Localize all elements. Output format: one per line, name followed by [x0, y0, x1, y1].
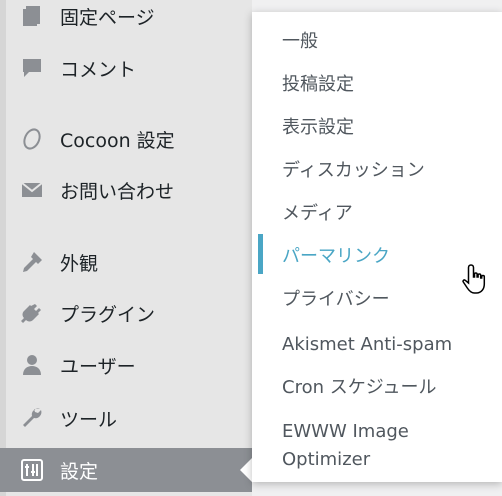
- sidebar-item-settings[interactable]: 設定: [0, 448, 252, 492]
- sidebar-item-appearance[interactable]: 外観: [0, 240, 252, 284]
- submenu-item-ewww-line1[interactable]: EWWW Image: [282, 418, 409, 446]
- submenu-item-reading[interactable]: 表示設定: [282, 114, 354, 142]
- sidebar-item-label: 外観: [60, 252, 99, 275]
- settings-icon: [18, 456, 46, 484]
- admin-sidebar: 固定ページ コメント Cocoon 設定 お問い合わせ 外観 プラグイン ユーザ…: [0, 0, 253, 496]
- sidebar-item-label: Cocoon 設定: [60, 129, 175, 152]
- cocoon-icon: [18, 125, 46, 153]
- sidebar-item-label: ツール: [60, 408, 118, 431]
- current-indicator: [258, 234, 263, 274]
- pages-icon: [18, 2, 46, 30]
- hand-cursor-icon: [462, 264, 486, 294]
- wrench-icon: [18, 404, 46, 432]
- sidebar-item-users[interactable]: ユーザー: [0, 343, 252, 387]
- sidebar-item-label: お問い合わせ: [60, 180, 175, 203]
- sidebar-item-comments[interactable]: コメント: [0, 46, 252, 90]
- submenu-item-akismet[interactable]: Akismet Anti-spam: [282, 331, 452, 359]
- submenu-item-writing[interactable]: 投稿設定: [282, 71, 354, 99]
- submenu-item-discussion[interactable]: ディスカッション: [282, 157, 425, 185]
- submenu-item-general[interactable]: 一般: [282, 28, 318, 56]
- submenu-item-media[interactable]: メディア: [282, 200, 353, 228]
- submenu-item-ewww-line2[interactable]: Optimizer: [282, 446, 370, 474]
- user-icon: [18, 351, 46, 379]
- sidebar-item-label: プラグイン: [60, 303, 156, 326]
- submenu-item-permalink[interactable]: パーマリンク: [282, 243, 390, 271]
- settings-submenu: 一般 投稿設定 表示設定 ディスカッション メディア パーマリンク プライバシー…: [252, 12, 502, 482]
- sidebar-item-label: 設定: [60, 460, 99, 483]
- sidebar-item-contact[interactable]: お問い合わせ: [0, 168, 252, 212]
- sidebar-item-label: ユーザー: [60, 355, 136, 378]
- sidebar-item-label: コメント: [60, 58, 137, 81]
- sidebar-item-plugins[interactable]: プラグイン: [0, 291, 252, 335]
- sidebar-item-tools[interactable]: ツール: [0, 396, 252, 440]
- sidebar-item-cocoon[interactable]: Cocoon 設定: [0, 117, 252, 161]
- appearance-icon: [18, 248, 46, 276]
- comment-icon: [18, 54, 46, 82]
- mail-icon: [18, 176, 46, 204]
- submenu-item-cron[interactable]: Cron スケジュール: [282, 374, 436, 402]
- plugin-icon: [18, 299, 46, 327]
- sidebar-item-label: 固定ページ: [60, 6, 155, 29]
- sidebar-item-pages[interactable]: 固定ページ: [0, 0, 252, 38]
- submenu-item-privacy[interactable]: プライバシー: [282, 286, 390, 314]
